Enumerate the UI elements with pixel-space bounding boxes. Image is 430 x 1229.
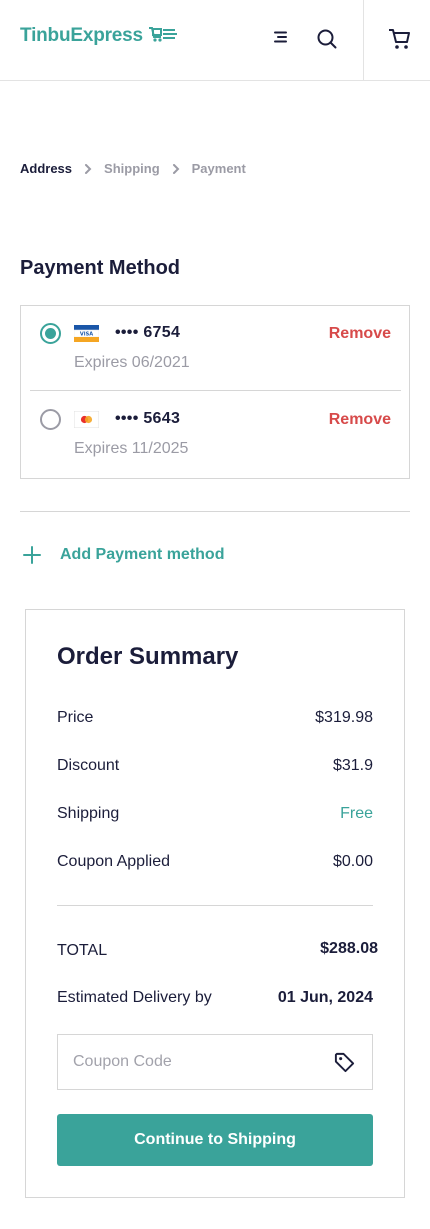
summary-label: Shipping bbox=[57, 805, 120, 822]
summary-row-discount: Discount $31.9 bbox=[57, 757, 373, 775]
card-radio[interactable] bbox=[40, 409, 61, 430]
coupon-field bbox=[57, 1034, 373, 1090]
summary-label: Discount bbox=[57, 757, 120, 774]
remove-card-button[interactable]: Remove bbox=[329, 325, 391, 343]
breadcrumb-shipping[interactable]: Shipping bbox=[104, 161, 160, 176]
logo-text: TinbuExpress bbox=[20, 25, 143, 46]
visa-logo-icon: VISA bbox=[73, 325, 100, 342]
continue-to-shipping-button[interactable]: Continue to Shipping bbox=[57, 1114, 373, 1166]
delivery-date: 01 Jun, 2024 bbox=[277, 989, 373, 1006]
card-number: •••• 5643 bbox=[115, 410, 181, 427]
cart-logo-icon bbox=[148, 25, 178, 48]
section-divider bbox=[20, 511, 410, 512]
summary-label: Coupon Applied bbox=[57, 853, 170, 870]
summary-label: Price bbox=[57, 709, 94, 726]
summary-row-price: Price $319.98 bbox=[57, 709, 373, 727]
summary-row-shipping: Shipping Free bbox=[57, 805, 373, 823]
order-summary-title: Order Summary bbox=[57, 643, 239, 670]
summary-value: $0.00 bbox=[332, 853, 373, 870]
add-payment-label: Add Payment method bbox=[60, 546, 225, 563]
summary-value: Free bbox=[340, 805, 373, 822]
breadcrumb-payment[interactable]: Payment bbox=[192, 161, 246, 176]
menu-button[interactable] bbox=[270, 28, 292, 50]
total-value: $288.08 bbox=[320, 940, 378, 957]
menu-icon bbox=[273, 29, 289, 50]
add-payment-method-button[interactable]: Add Payment method bbox=[20, 543, 224, 567]
estimated-delivery: Estimated Delivery by 01 Jun, 2024 bbox=[57, 989, 373, 1007]
tag-icon[interactable] bbox=[333, 1051, 356, 1074]
search-button[interactable] bbox=[315, 27, 339, 51]
total-label: TOTAL bbox=[57, 942, 108, 959]
coupon-input[interactable] bbox=[58, 1035, 318, 1089]
remove-card-button[interactable]: Remove bbox=[329, 411, 391, 429]
delivery-label: Estimated Delivery by bbox=[57, 989, 212, 1006]
saved-cards-list: VISA •••• 6754 Expires 06/2021 Remove ••… bbox=[20, 305, 410, 479]
visa-label: VISA bbox=[80, 332, 93, 338]
saved-card-mastercard[interactable]: •••• 5643 Expires 11/2025 Remove bbox=[21, 392, 409, 478]
card-number: •••• 6754 bbox=[115, 324, 181, 341]
summary-value: $319.98 bbox=[315, 709, 373, 726]
payment-method-title: Payment Method bbox=[20, 257, 181, 279]
order-summary: Order Summary Price $319.98 Discount $31… bbox=[25, 609, 405, 1198]
logo[interactable]: TinbuExpress bbox=[20, 24, 178, 48]
mastercard-logo-icon bbox=[74, 411, 99, 428]
header-divider bbox=[363, 0, 364, 81]
search-icon bbox=[315, 29, 339, 55]
summary-value: $31.9 bbox=[332, 757, 373, 774]
card-expiry: Expires 06/2021 bbox=[74, 354, 190, 371]
card-radio-selected[interactable] bbox=[40, 323, 61, 344]
summary-row-coupon: Coupon Applied $0.00 bbox=[57, 853, 373, 871]
breadcrumb-address[interactable]: Address bbox=[20, 161, 72, 176]
summary-divider bbox=[57, 905, 373, 906]
plus-icon bbox=[20, 543, 44, 567]
saved-card-visa[interactable]: VISA •••• 6754 Expires 06/2021 Remove bbox=[21, 306, 409, 392]
cart-button[interactable] bbox=[387, 26, 413, 52]
breadcrumb: Address Shipping Payment bbox=[20, 161, 246, 176]
card-divider bbox=[30, 390, 401, 391]
site-header: TinbuExpress bbox=[0, 0, 430, 81]
chevron-right-icon bbox=[72, 163, 104, 174]
chevron-right-icon bbox=[160, 163, 192, 174]
cart-icon bbox=[387, 29, 413, 56]
card-expiry: Expires 11/2025 bbox=[74, 440, 189, 457]
